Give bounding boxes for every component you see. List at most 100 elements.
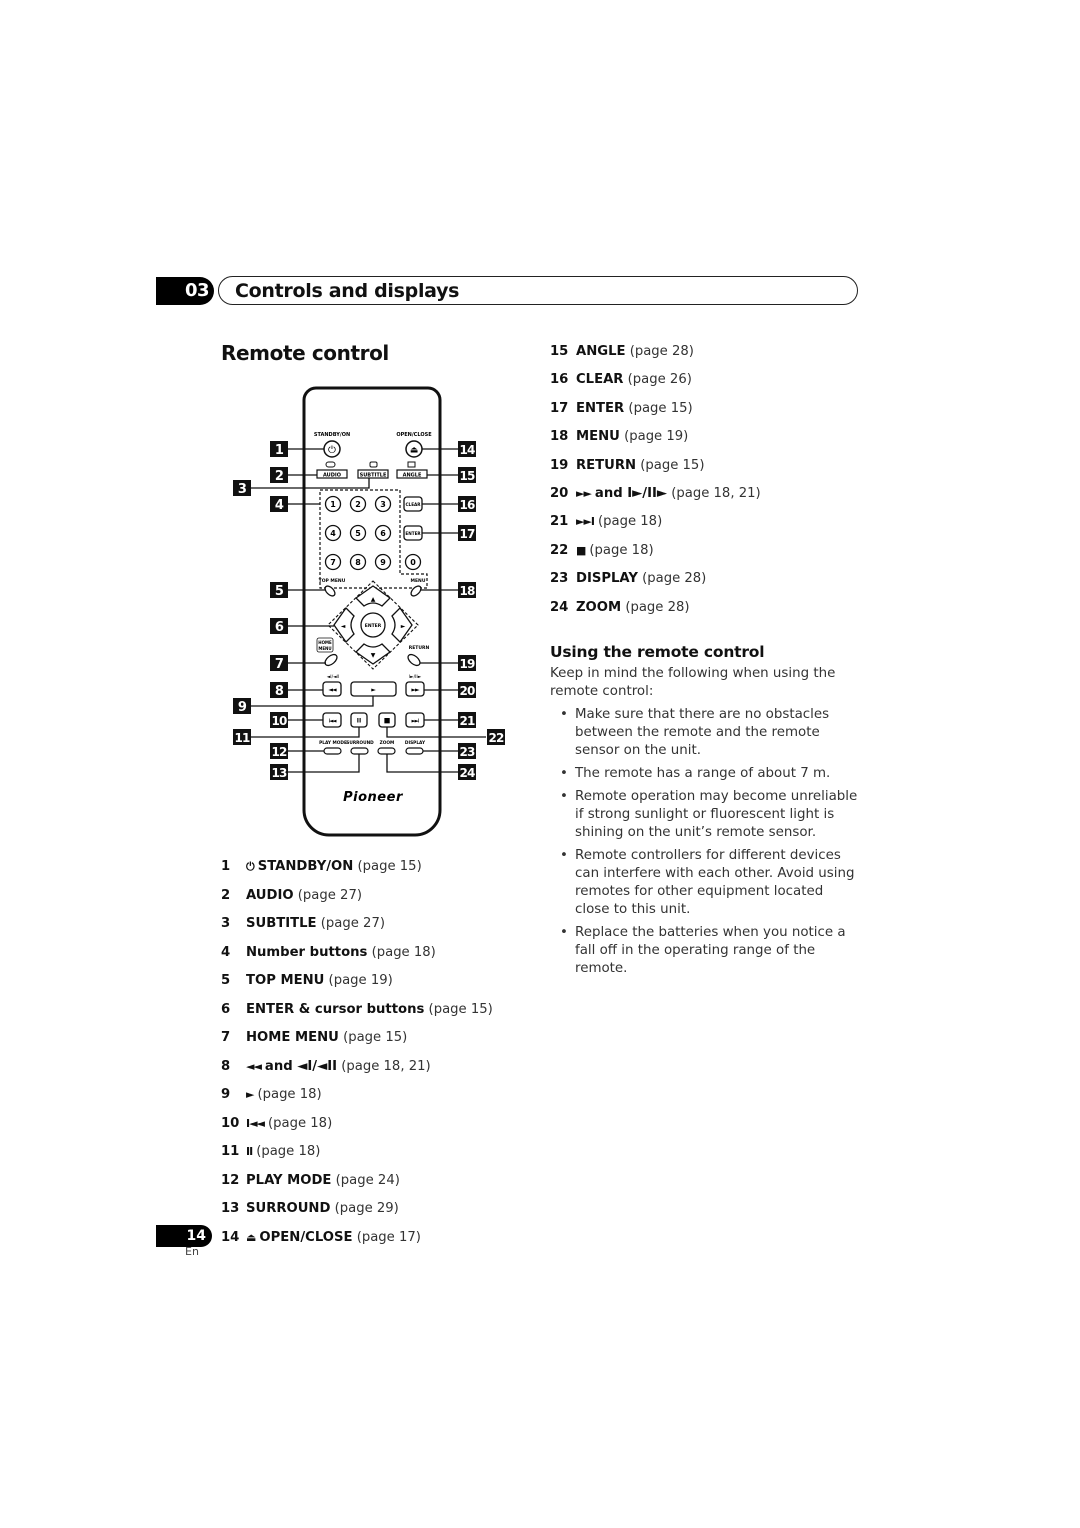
svg-text:17: 17 <box>459 527 475 541</box>
svg-text:20: 20 <box>459 684 475 698</box>
callout-4: 4 <box>270 496 288 513</box>
list-item: 3 SUBTITLE (page 27) <box>221 915 385 933</box>
return-label: RETURN <box>409 645 430 651</box>
item-label: ZOOM <box>576 599 622 615</box>
surround-button[interactable] <box>350 747 369 755</box>
callout-23: 23 <box>458 743 476 759</box>
number-key-6[interactable]: 6 <box>374 524 392 542</box>
item-glyph-icon: ◄◄ <box>246 1059 262 1073</box>
item-page-ref: (page 15) <box>343 1030 408 1045</box>
svg-text:19: 19 <box>459 657 475 671</box>
number-key-4[interactable]: 4 <box>324 524 342 542</box>
callout-6: 6 <box>270 618 288 635</box>
clear-button[interactable]: CLEAR <box>403 496 423 512</box>
item-page-ref: (page 18, 21) <box>671 486 761 501</box>
number-key-2[interactable]: 2 <box>349 495 367 513</box>
power-icon: ⏻ <box>328 445 336 456</box>
bullet-item: The remote has a range of about 7 m. <box>560 765 860 783</box>
list-item: 1 ⏻ STANDBY/ON (page 15) <box>221 858 422 876</box>
enter-center-button[interactable]: ENTER <box>360 612 386 638</box>
list-item: 9 ► (page 18) <box>221 1086 322 1104</box>
display-button[interactable] <box>405 747 424 755</box>
callout-13: 13 <box>270 764 288 780</box>
svg-text:0: 0 <box>410 558 416 567</box>
callout-17: 17 <box>458 525 476 541</box>
svg-text:14: 14 <box>459 443 475 457</box>
play-mode-button[interactable] <box>323 747 342 755</box>
item-number: 24 <box>550 599 569 615</box>
number-key-3[interactable]: 3 <box>374 495 392 513</box>
svg-text:2: 2 <box>355 500 361 509</box>
item-number: 11 <box>221 1144 240 1159</box>
zoom-button[interactable] <box>377 747 396 755</box>
svg-text:3: 3 <box>380 500 386 509</box>
item-number: 19 <box>550 457 569 473</box>
number-key-9[interactable]: 9 <box>374 553 392 571</box>
item-number: 8 <box>221 1058 231 1074</box>
item-glyph-icon: ► <box>246 1088 255 1101</box>
list-item: 2 AUDIO (page 27) <box>221 887 362 905</box>
home-menu-label-1: HOME <box>318 640 332 645</box>
item-page-ref: (page 26) <box>627 372 692 388</box>
item-label: STANDBY/ON <box>257 859 354 874</box>
item-page-ref: (page 18) <box>371 944 436 960</box>
list-item: 22 ■ (page 18) <box>550 542 654 560</box>
item-glyph-icon: ⏻ <box>246 860 255 873</box>
standby-button[interactable]: ⏻ <box>323 440 341 458</box>
enter-side-button[interactable]: ENTER <box>403 525 423 541</box>
pause-button[interactable]: II <box>350 712 368 728</box>
callout-22: 22 <box>487 729 505 745</box>
menu-label: MENU <box>411 578 426 584</box>
list-item: 10 I◄◄ (page 18) <box>221 1115 332 1133</box>
number-key-1[interactable]: 1 <box>324 495 342 513</box>
number-key-5[interactable]: 5 <box>349 524 367 542</box>
svg-text:▲: ▲ <box>371 596 376 603</box>
standby-label: STANDBY/ON <box>314 432 350 438</box>
play-button[interactable]: ► <box>350 681 397 697</box>
svg-text:8: 8 <box>275 684 284 699</box>
stop-button[interactable]: ■ <box>378 712 396 728</box>
svg-text:13: 13 <box>271 766 287 780</box>
next-button[interactable]: ►►I <box>405 712 425 728</box>
fast-forward-button[interactable]: ►► <box>405 681 425 697</box>
callout-15: 15 <box>458 467 476 483</box>
item-page-ref: (page 28) <box>629 344 694 359</box>
number-key-8[interactable]: 8 <box>349 553 367 571</box>
item-number: 3 <box>221 916 231 931</box>
audio-button[interactable]: AUDIO <box>316 469 348 479</box>
item-label: TOP MENU <box>246 973 325 988</box>
svg-text:1: 1 <box>275 443 284 458</box>
number-key-0[interactable]: 0 <box>404 553 422 571</box>
zoom-label: ZOOM <box>380 740 395 746</box>
svg-text:9: 9 <box>380 558 386 567</box>
item-number: 2 <box>221 887 231 903</box>
previous-button[interactable]: I◄◄ <box>322 712 342 728</box>
bullet-item: Make sure that there are no obstacles be… <box>560 706 860 760</box>
item-page-ref: (page 18) <box>598 514 663 530</box>
list-item: 8 ◄◄ and ◄I/◄II (page 18, 21) <box>221 1058 431 1076</box>
item-label: SURROUND <box>246 1201 331 1216</box>
section-title-remote-control: Remote control <box>221 341 389 365</box>
svg-text:10: 10 <box>271 714 287 728</box>
svg-text:ENTER: ENTER <box>405 531 421 536</box>
item-label: and I►/II► <box>594 486 668 501</box>
item-number: 7 <box>221 1030 231 1045</box>
callout-5: 5 <box>270 582 288 599</box>
top-menu-label: TOP MENU <box>319 578 346 584</box>
angle-button[interactable]: ANGLE <box>396 469 428 479</box>
eject-icon: ⏏ <box>410 446 419 456</box>
svg-text:AUDIO: AUDIO <box>323 473 341 479</box>
list-item: 13 SURROUND (page 29) <box>221 1200 399 1218</box>
item-number: 21 <box>550 514 569 530</box>
subtitle-button[interactable]: SUBTITLE <box>357 469 389 479</box>
item-page-ref: (page 18, 21) <box>341 1058 431 1074</box>
rewind-button[interactable]: ◄◄ <box>322 681 342 697</box>
item-number: 15 <box>550 344 569 359</box>
open-close-button[interactable]: ⏏ <box>405 440 423 458</box>
item-number: 9 <box>221 1087 231 1102</box>
item-page-ref: (page 15) <box>428 1001 493 1017</box>
using-intro: Keep in mind the following when using th… <box>550 666 836 699</box>
number-key-7[interactable]: 7 <box>324 553 342 571</box>
callout-10: 10 <box>270 712 288 728</box>
list-item: 20 ►► and I►/II► (page 18, 21) <box>550 485 761 503</box>
